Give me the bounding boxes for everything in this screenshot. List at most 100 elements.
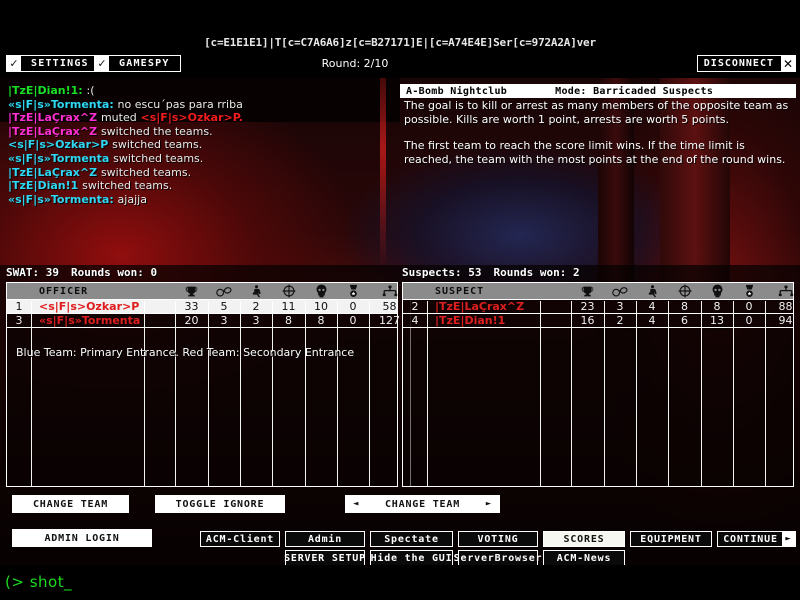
- chat-line: <s|F|s>Ozkar>P switched teams.: [8, 138, 396, 152]
- cell-medal: 0: [349, 314, 357, 327]
- column-header-blank: [540, 283, 571, 299]
- settings-button[interactable]: ✓ SETTINGS: [6, 55, 100, 72]
- cell-ping: 94: [778, 314, 793, 327]
- acm-news-button[interactable]: ACM-News: [543, 550, 625, 566]
- column-divider: [571, 301, 572, 486]
- column-divider: [765, 301, 766, 486]
- cell-blank: [144, 314, 175, 327]
- briefing-spacer: [404, 126, 792, 139]
- briefing-header: A-Bomb Nightclub Mode: Barricaded Suspec…: [400, 84, 796, 98]
- chat-target: <s|F|s>Ozkar>P.: [136, 111, 243, 125]
- swat-team-note: Blue Team: Primary Entrance. Red Team: S…: [16, 346, 355, 359]
- change-team-button[interactable]: CHANGE TEAM: [12, 495, 129, 513]
- column-header-medal-icon: [733, 283, 765, 299]
- chat-author: «s|F|s»Tormenta: [8, 151, 114, 165]
- chat-author: |TzE|LaÇrax^Z: [8, 165, 101, 179]
- equipment-button[interactable]: EQUIPMENT: [630, 531, 712, 547]
- chat-message: no escu´pas para rriba: [117, 97, 243, 111]
- scores-button[interactable]: SCORES: [543, 531, 625, 547]
- chat-author: |TzE|Dian!1: [8, 179, 83, 193]
- column-divider: [540, 301, 541, 486]
- suspects-table[interactable]: SUSPECT 2 |TzE|LaÇrax^Z 23 3 4 8 8 0 88 4 |TzE|Dia…: [402, 282, 794, 487]
- column-header-crosshair-icon: [668, 283, 701, 299]
- column-header-handcuffs-icon: [208, 283, 240, 299]
- chat-author: |TzE|LaÇrax^Z: [8, 111, 101, 125]
- column-header-crosshair-icon: [272, 283, 305, 299]
- close-icon[interactable]: ✕: [780, 56, 795, 71]
- chat-line: |TzE|Dian!1: :(: [8, 84, 396, 98]
- cell-skull: 8: [317, 314, 325, 327]
- column-divider: [240, 301, 241, 486]
- table-row[interactable]: 3 «s|F|s»Tormenta 20 3 3 8 8 0 127: [7, 314, 400, 328]
- column-divider: [144, 301, 145, 486]
- table-row[interactable]: 2 |TzE|LaÇrax^Z 23 3 4 8 8 0 88: [403, 300, 793, 314]
- column-header-skull-icon: [305, 283, 337, 299]
- chat-line: «s|F|s»Tormenta switched teams.: [8, 152, 396, 166]
- voting-button[interactable]: VOTING: [458, 531, 538, 547]
- chat-author: |TzE|Dian!1:: [8, 84, 87, 97]
- server-setup-button[interactable]: SERVER SETUP: [284, 550, 365, 566]
- settings-checkbox-icon[interactable]: ✓: [7, 56, 22, 71]
- briefing-paragraph-1: The goal is to kill or arrest as many me…: [404, 99, 789, 126]
- chat-message: muted: [100, 111, 137, 125]
- spectate-button[interactable]: Spectate: [370, 531, 453, 547]
- cell-handcuffs: 5: [220, 300, 228, 313]
- chat-author: |TzE|LaÇrax^Z: [8, 124, 101, 138]
- mission-briefing-panel: A-Bomb Nightclub Mode: Barricaded Suspec…: [400, 84, 796, 166]
- cell-blank: [540, 314, 571, 327]
- cell-skull: 13: [710, 314, 724, 327]
- column-divider: [604, 301, 605, 486]
- admin-button[interactable]: Admin: [285, 531, 365, 547]
- column-divider: [701, 301, 702, 486]
- suspects-score: Suspects: 53: [402, 266, 482, 279]
- cell-arrested-person: 4: [648, 300, 656, 313]
- column-divider: [636, 301, 637, 486]
- acm-client-button[interactable]: ACM-Client: [200, 531, 280, 547]
- column-header-ping-icon: [765, 283, 800, 299]
- column-header-role: SUSPECT: [435, 285, 485, 297]
- column-divider: [305, 301, 306, 486]
- cell-handcuffs: 3: [220, 314, 228, 327]
- settings-button-label: SETTINGS: [31, 58, 89, 69]
- change-team-spinner[interactable]: ◄ CHANGE TEAM ►: [345, 495, 500, 513]
- suspects-rounds-won: Rounds won: 2: [493, 266, 580, 279]
- cell-player-name: «s|F|s»Tormenta: [39, 314, 141, 327]
- chevron-right-icon[interactable]: ►: [782, 532, 795, 546]
- disconnect-button-label: DISCONNECT: [703, 58, 774, 69]
- top-bar: [c=E1E1E1]|T[c=C7A6A6]z[c=B27171]E|[c=A7…: [0, 0, 800, 78]
- console-bar[interactable]: (> shot_: [0, 565, 800, 600]
- chat-log: |TzE|Dian!1: :(«s|F|s»Tormenta: no escu´…: [8, 84, 396, 206]
- cell-medal: 0: [745, 300, 753, 313]
- gamespy-button[interactable]: ✓ GAMESPY: [94, 55, 181, 72]
- table-row[interactable]: 4 |TzE|Dian!1 16 2 4 6 13 0 94: [403, 314, 793, 328]
- swat-table[interactable]: OFFICER 1 <s|F|s>Ozkar>P 33 5 2 11 10 0 58 3 «s|F|…: [6, 282, 411, 487]
- table-row[interactable]: 1 <s|F|s>Ozkar>P 33 5 2 11 10 0 58: [7, 300, 397, 314]
- suspects-team-summary: Suspects: 53 Rounds won: 2: [402, 266, 794, 279]
- continue-button[interactable]: CONTINUE ►: [717, 531, 796, 547]
- chevron-left-icon[interactable]: ◄: [346, 499, 366, 509]
- chevron-right-icon[interactable]: ►: [479, 499, 499, 509]
- cell-rank: 1: [15, 300, 23, 313]
- cell-trophy: 23: [580, 300, 595, 313]
- server-title: [c=E1E1E1]|T[c=C7A6A6]z[c=B27171]E|[c=A7…: [204, 36, 596, 49]
- gamespy-button-label: GAMESPY: [119, 58, 170, 69]
- swat-scoreboard: SWAT: 39 Rounds won: 0 OFFICER 1 <s|F|s>Oz…: [6, 266, 411, 487]
- cell-rank: 3: [15, 314, 23, 327]
- column-divider: [31, 301, 32, 486]
- column-divider: [427, 301, 428, 486]
- cell-skull: 8: [713, 300, 721, 313]
- map-name: A-Bomb Nightclub: [406, 85, 508, 97]
- gamespy-checkbox-icon[interactable]: ✓: [95, 56, 110, 71]
- column-header-trophy-icon: [175, 283, 208, 299]
- console-input[interactable]: (> shot_: [5, 573, 72, 591]
- server-browser-button[interactable]: ServerBrowser: [454, 550, 542, 566]
- admin-login-button[interactable]: ADMIN LOGIN: [12, 529, 152, 547]
- disconnect-button[interactable]: DISCONNECT ✕: [696, 55, 796, 72]
- column-header-medal-icon: [337, 283, 369, 299]
- toggle-ignore-button[interactable]: TOGGLE IGNORE: [155, 495, 285, 513]
- hide-gui-button[interactable]: Hide the GUI: [370, 550, 453, 566]
- chat-message: switched teams.: [112, 138, 203, 152]
- cell-rank: 4: [411, 314, 419, 327]
- column-divider: [208, 301, 209, 486]
- cell-handcuffs: 2: [616, 314, 624, 327]
